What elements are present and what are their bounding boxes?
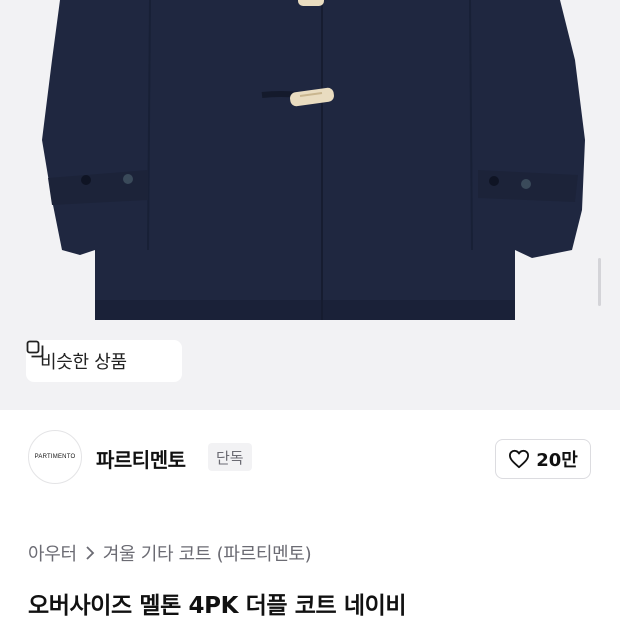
chevron-right-icon: [86, 546, 95, 560]
similar-products-label: 비슷한 상품: [40, 352, 127, 373]
like-count: 20만: [536, 450, 578, 471]
brand-logo-text: PARTIMENTO: [34, 454, 76, 460]
product-image-area[interactable]: 비슷한 상품: [0, 0, 620, 410]
similar-items-icon: [26, 340, 44, 358]
brand-logo[interactable]: PARTIMENTO: [28, 430, 82, 484]
cuff-button: [123, 174, 133, 184]
image-scroll-indicator: [598, 258, 601, 306]
breadcrumb-item-category[interactable]: 겨울 기타 코트 (파르티멘토): [103, 540, 312, 566]
heart-icon: [509, 449, 530, 469]
cuff-button: [521, 179, 531, 189]
breadcrumb-item-outer[interactable]: 아우터: [28, 540, 77, 566]
like-button[interactable]: 20만: [495, 439, 591, 479]
coat-hem: [95, 300, 515, 320]
toggle-button: [298, 0, 324, 6]
cuff-button: [489, 176, 499, 186]
brand-row: PARTIMENTO 파르티멘토 단독 20만: [0, 410, 620, 508]
breadcrumb: 아우터 겨울 기타 코트 (파르티멘토): [28, 540, 312, 566]
product-title: 오버사이즈 멜톤 4PK 더플 코트 네이비: [28, 593, 407, 619]
exclusive-badge: 단독: [208, 443, 252, 471]
brand-name[interactable]: 파르티멘토: [96, 444, 186, 473]
coat-body: [42, 0, 585, 320]
similar-products-button[interactable]: 비슷한 상품: [26, 340, 182, 382]
cuff-button: [81, 175, 91, 185]
